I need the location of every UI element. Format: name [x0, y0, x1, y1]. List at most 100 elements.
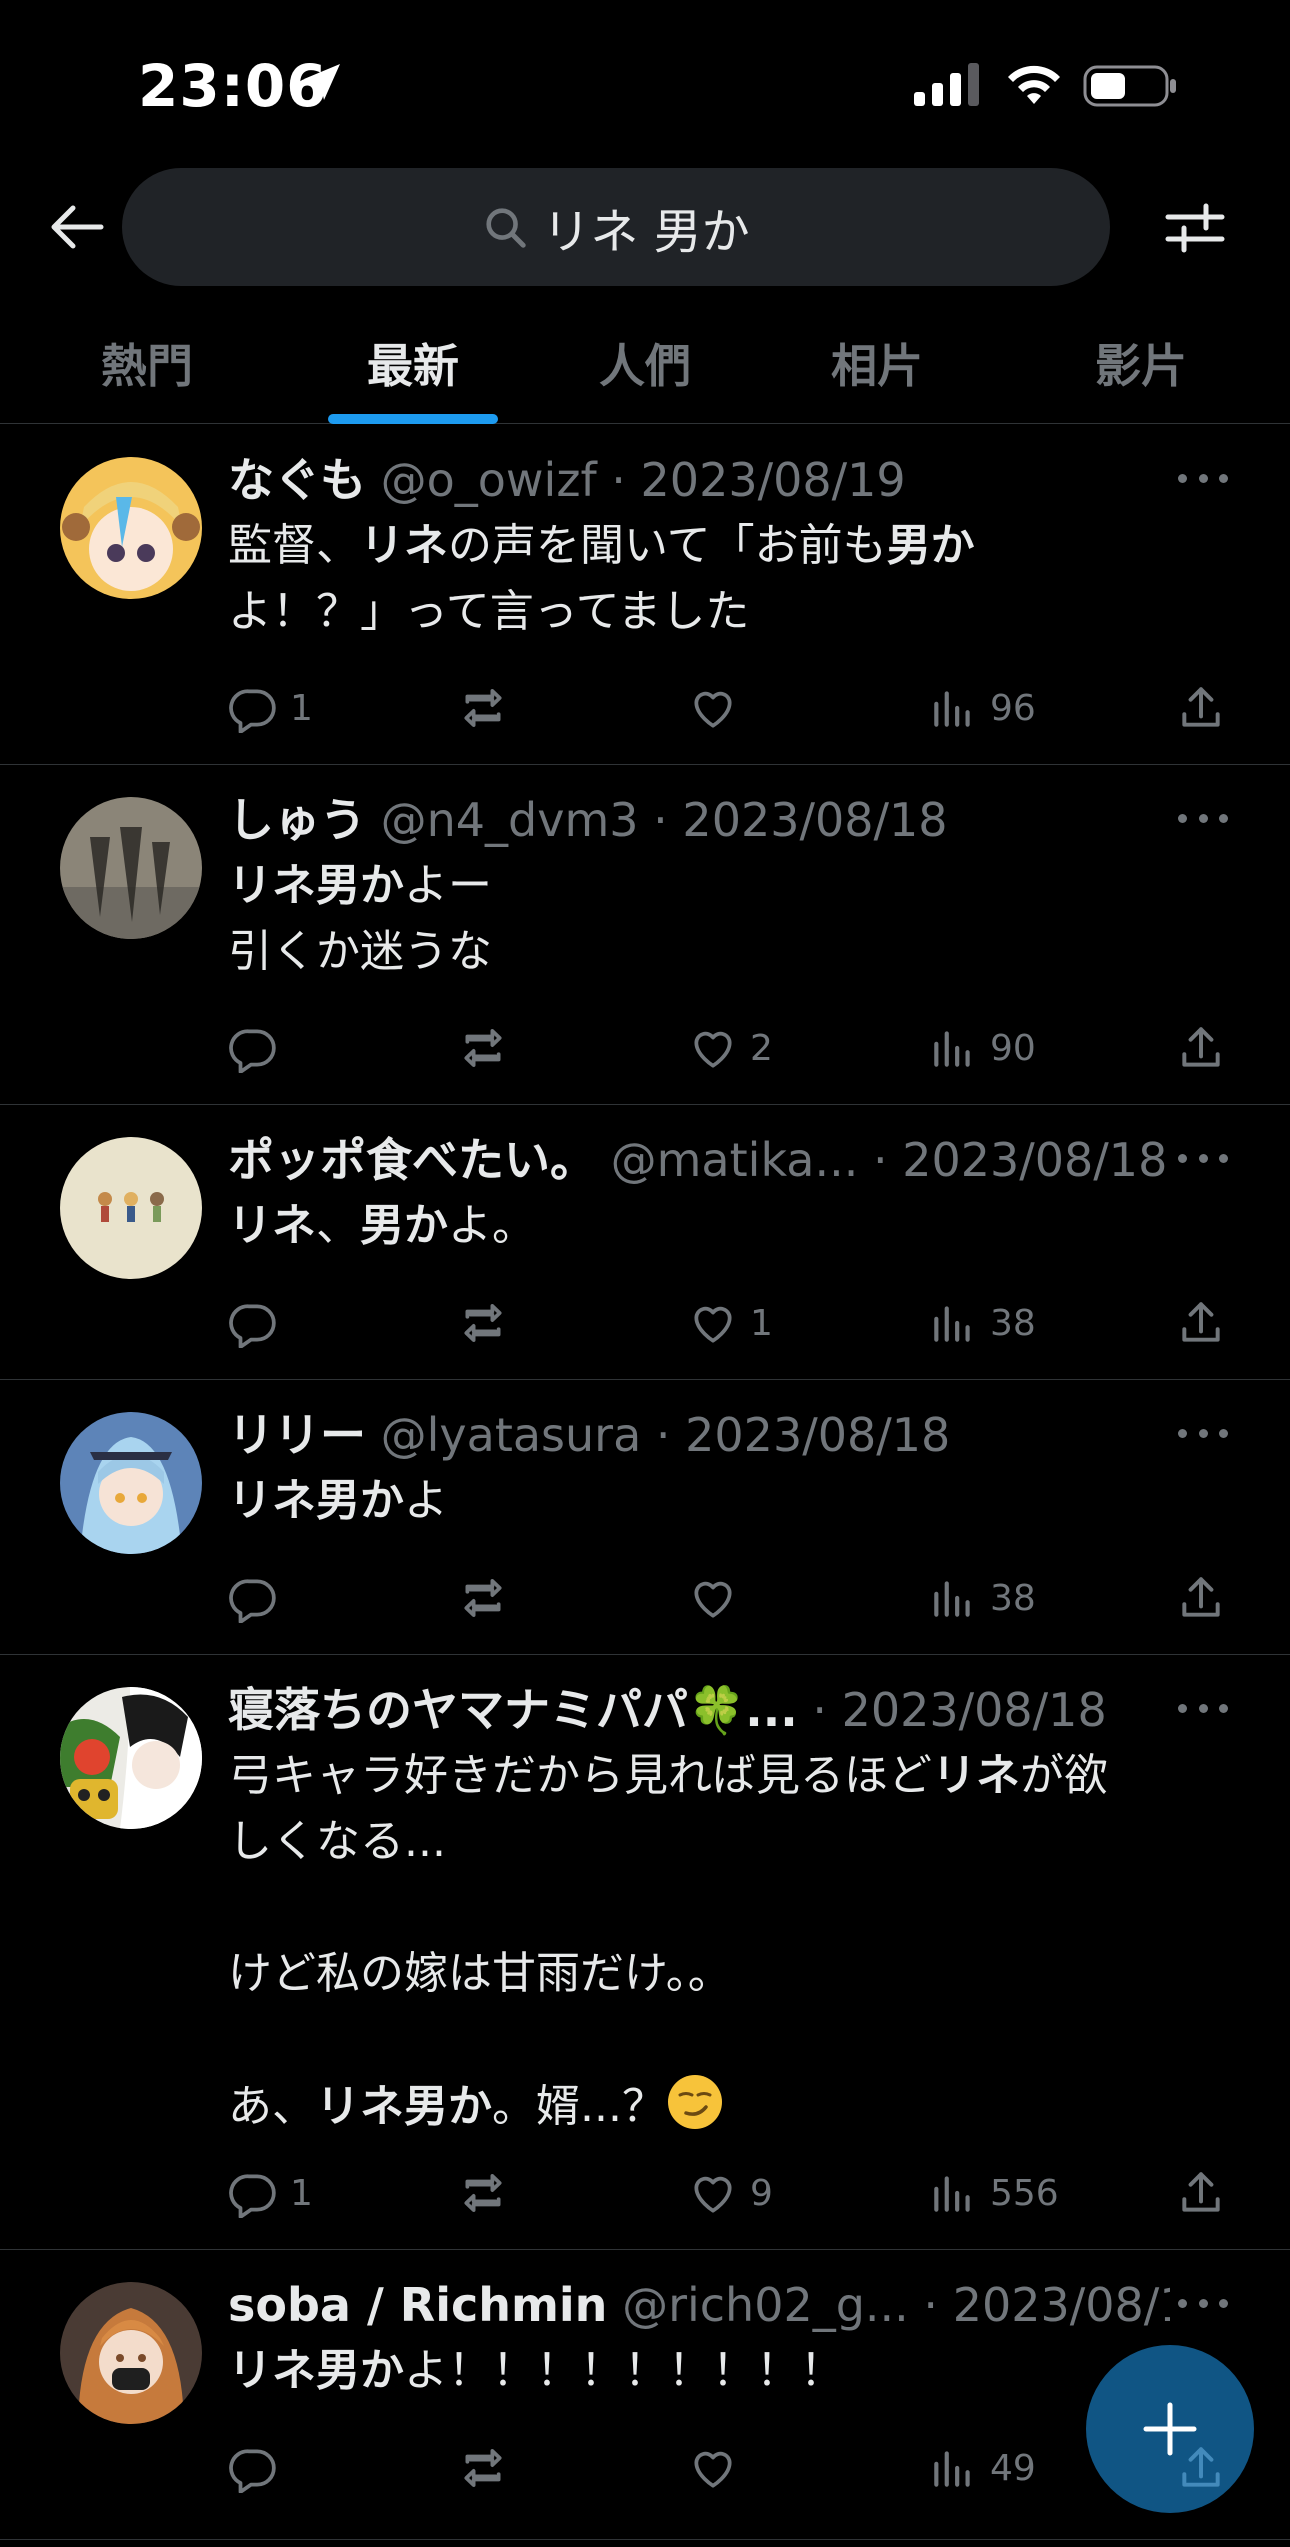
share-icon — [1182, 2172, 1220, 2212]
retweet-button[interactable] — [458, 680, 520, 736]
tab-videos[interactable]: 影片 — [1095, 330, 1187, 396]
tweet-text: リネ、男かよ。 — [228, 1193, 1228, 1259]
tweet-text-line: 引くか迷うな — [228, 919, 1228, 985]
highlighted-term: 男か — [886, 520, 975, 571]
tweet[interactable]: しゅう @n4_dvm3 · 2023/08/18 リネ男かよー 引くか迷うな 2 90 — [0, 765, 1290, 1105]
highlighted-term: リネ男か — [228, 860, 404, 911]
like-button[interactable] — [688, 680, 750, 736]
compose-button[interactable] — [1086, 2345, 1254, 2513]
views-count: 38 — [990, 1302, 1036, 1344]
likes-count: 2 — [750, 1027, 773, 1069]
like-button[interactable]: 9 — [688, 2165, 773, 2221]
tweet-text: リネ男かよ — [228, 1468, 1228, 1534]
views-button[interactable]: 556 — [928, 2165, 1059, 2221]
tweet[interactable]: リリー @lyatasura · 2023/08/18 リネ男かよ 38 — [0, 1380, 1290, 1655]
share-button[interactable] — [1176, 2165, 1238, 2221]
tab-latest[interactable]: 最新 — [367, 330, 459, 396]
more-options-icon[interactable] — [1178, 803, 1228, 833]
author-name[interactable]: 寝落ちのヤマナミパパ🍀... — [228, 1683, 798, 1737]
views-button[interactable]: 90 — [928, 1020, 1036, 1076]
views-button[interactable]: 49 — [928, 2440, 1036, 2496]
author-handle[interactable]: @n4_dvm3 — [381, 793, 639, 847]
tweet-date[interactable]: 2023/08/18 — [682, 793, 947, 847]
like-button[interactable] — [688, 2440, 750, 2496]
tweet-date[interactable]: 2023/08/17 — [953, 2278, 1170, 2332]
tab-photos[interactable]: 相片 — [831, 330, 923, 396]
highlighted-term: リネ — [228, 1200, 316, 1251]
tweet-text-line: 監督、リネの声を聞いて「お前も男か — [228, 513, 1228, 579]
author-name[interactable]: しゅう — [228, 793, 366, 847]
like-button[interactable]: 1 — [688, 1295, 773, 1351]
search-filter-button[interactable] — [1160, 192, 1230, 262]
like-button[interactable] — [688, 1570, 750, 1626]
more-options-icon[interactable] — [1178, 1418, 1228, 1448]
more-options-icon[interactable] — [1178, 1143, 1228, 1173]
share-button[interactable] — [1176, 1295, 1238, 1351]
like-button[interactable]: 2 — [688, 1020, 773, 1076]
reply-button[interactable] — [228, 1295, 290, 1351]
avatar-image — [60, 1137, 202, 1279]
author-handle[interactable]: @matika... — [611, 1133, 859, 1187]
more-options-icon[interactable] — [1178, 1693, 1228, 1723]
tweet-actions: 1 38 — [228, 1295, 1238, 1351]
reply-button[interactable] — [228, 1570, 290, 1626]
views-button[interactable]: 38 — [928, 1570, 1036, 1626]
tweet-date[interactable]: 2023/08/18 — [902, 1133, 1167, 1187]
share-button[interactable] — [1176, 1020, 1238, 1076]
text-segment: あ、 — [228, 2081, 316, 2132]
avatar[interactable] — [60, 1687, 202, 1829]
tweet-actions: 49 — [228, 2440, 1238, 2496]
reply-button[interactable]: 1 — [228, 2165, 313, 2221]
author-handle[interactable]: @o_owizf — [381, 453, 597, 507]
retweet-button[interactable] — [458, 2165, 520, 2221]
heart-icon — [694, 1031, 732, 1068]
tweet[interactable]: なぐも @o_owizf · 2023/08/19 監督、リネの声を聞いて「お前も… — [0, 425, 1290, 765]
tweet-date[interactable]: 2023/08/18 — [842, 1683, 1107, 1737]
avatar[interactable] — [60, 2282, 202, 2424]
author-name[interactable]: soba / Richmin — [228, 2278, 607, 2332]
views-button[interactable]: 38 — [928, 1295, 1036, 1351]
reply-button[interactable] — [228, 1020, 290, 1076]
retweet-button[interactable] — [458, 1295, 520, 1351]
more-options-icon[interactable] — [1178, 2288, 1228, 2318]
author-name[interactable]: なぐも — [228, 453, 366, 507]
views-button[interactable]: 96 — [928, 680, 1036, 736]
reply-button[interactable] — [228, 2440, 290, 2496]
author-handle[interactable]: @rich02_g... — [622, 2278, 909, 2332]
tweet-date[interactable]: 2023/08/18 — [685, 1408, 950, 1462]
text-segment: よ — [404, 1475, 448, 1526]
tweet-date[interactable]: 2023/08/19 — [641, 453, 906, 507]
tweet-text-line: リネ、男かよ。 — [228, 1193, 1228, 1259]
share-button[interactable] — [1176, 680, 1238, 736]
retweet-button[interactable] — [458, 2440, 520, 2496]
heart-icon — [694, 1306, 732, 1343]
avatar[interactable] — [60, 1412, 202, 1554]
tweet-text: 弓キャラ好きだから見れば見るほどリネが欲 しくなる... けど私の嫁は甘雨だけ。。あ… — [228, 1743, 1228, 2140]
heart-icon — [694, 2451, 732, 2488]
avatar[interactable] — [60, 1137, 202, 1279]
author-name[interactable]: リリー — [228, 1408, 366, 1462]
more-options-icon[interactable] — [1178, 463, 1228, 493]
tweet[interactable]: ポッポ食べたい。 @matika... · 2023/08/18 リネ、男かよ。 1… — [0, 1105, 1290, 1380]
tweet[interactable]: 寝落ちのヤマナミパパ🍀... · 2023/08/18 弓キャラ好きだから見れば見… — [0, 1655, 1290, 2250]
retweet-button[interactable] — [458, 1020, 520, 1076]
tab-top[interactable]: 熱門 — [101, 330, 193, 396]
retweet-button[interactable] — [458, 1570, 520, 1626]
avatar[interactable] — [60, 797, 202, 939]
tweet-text-line: よ！？」って言ってました — [228, 579, 1228, 645]
author-name[interactable]: ポッポ食べたい。 — [228, 1133, 596, 1187]
share-button[interactable] — [1176, 1570, 1238, 1626]
status-bar: 23:06 — [0, 0, 1290, 170]
location-arrow-icon — [304, 64, 340, 100]
tweet-text-line: けど私の嫁は甘雨だけ。。 — [228, 1941, 1228, 2007]
highlighted-term: 男か — [360, 1200, 448, 1251]
avatar[interactable] — [60, 457, 202, 599]
reply-icon — [229, 689, 276, 733]
bar-chart-icon — [934, 691, 970, 727]
author-handle[interactable]: @lyatasura — [381, 1408, 642, 1462]
search-input[interactable]: リネ 男か — [122, 168, 1110, 286]
back-button[interactable] — [36, 192, 116, 262]
separator-dot: · — [596, 453, 641, 507]
reply-button[interactable]: 1 — [228, 680, 313, 736]
tab-people[interactable]: 人們 — [599, 330, 691, 396]
